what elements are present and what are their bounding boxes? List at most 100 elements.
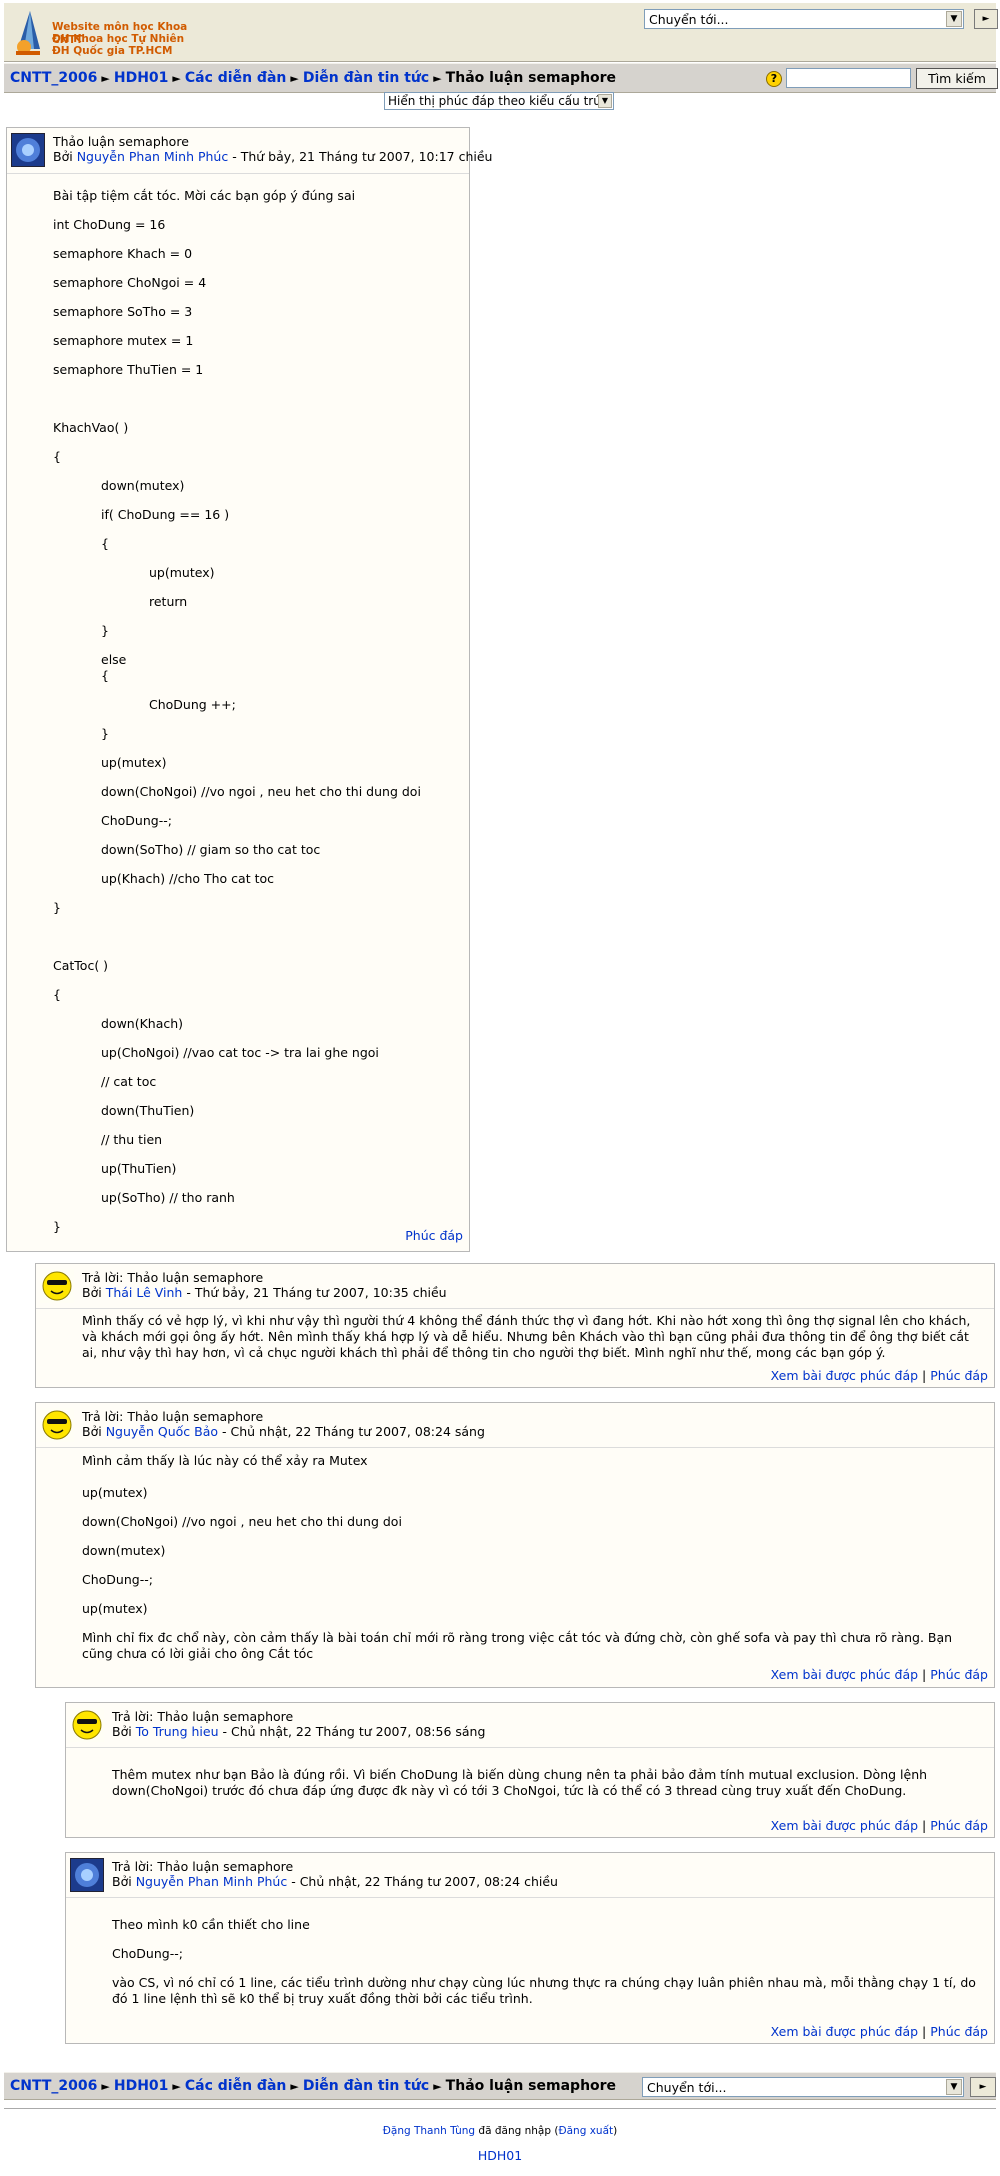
breadcrumb-course[interactable]: CNTT_2006 <box>10 70 97 86</box>
post-line: up(ThuTien) <box>101 1161 177 1176</box>
view-parent-link[interactable]: Xem bài được phúc đáp <box>771 2024 918 2039</box>
breadcrumb-news-forum[interactable]: Diễn đàn tin tức <box>303 70 429 86</box>
breadcrumb-separator-icon: ► <box>290 2080 299 2093</box>
search-input[interactable] <box>786 68 911 88</box>
post-line: down(ChoNgoi) //vo ngoi , neu het cho th… <box>82 1514 402 1529</box>
post-author-link[interactable]: To Trung hieu <box>136 1724 219 1739</box>
post-paragraph: Mình thấy có vẻ hợp lý, vì khi như vậy t… <box>82 1313 971 1360</box>
avatar[interactable] <box>40 1408 74 1442</box>
post-author-link[interactable]: Nguyễn Quốc Bảo <box>106 1424 218 1439</box>
breadcrumb-separator-icon: ► <box>290 72 299 85</box>
post-body: Theo mình k0 cần thiết cho line ChoDung-… <box>112 1917 986 2027</box>
post-line: { <box>53 987 61 1002</box>
user-avatar-icon <box>16 138 40 162</box>
post-commands: Phúc đáp <box>405 1228 463 1243</box>
breadcrumb-bottom: CNTT_2006 ► HDH01 ► Các diễn đàn ► Diễn đàn ti… <box>10 2078 616 2094</box>
post-body: Thêm mutex như bạn Bảo là đúng rồi. Vì b… <box>112 1767 986 1807</box>
reply-link[interactable]: Phúc đáp <box>405 1228 463 1243</box>
view-parent-link[interactable]: Xem bài được phúc đáp <box>771 1368 918 1383</box>
jump-go-button[interactable]: ► <box>974 9 998 29</box>
jump-to-value: Chuyển tới... <box>647 2080 727 2095</box>
post-byline: Bởi Nguyễn Phan Minh Phúc - Thứ bảy, 21 … <box>53 149 492 164</box>
avatar[interactable] <box>40 1269 74 1303</box>
breadcrumb-course[interactable]: CNTT_2006 <box>10 2078 97 2094</box>
post-date: - Chủ nhật, 22 Tháng tư 2007, 08:56 sáng <box>222 1724 486 1739</box>
post-line: semaphore mutex = 1 <box>53 333 194 348</box>
jump-to-select[interactable]: Chuyển tới... ▼ <box>644 9 964 29</box>
jump-go-button-bottom[interactable]: ► <box>970 2077 996 2097</box>
display-mode-select[interactable]: Hiển thị phúc đáp theo kiểu cấu trúc ▼ <box>384 92 614 110</box>
display-mode-value: Hiển thị phúc đáp theo kiểu cấu trúc <box>388 94 608 108</box>
post-author-link[interactable]: Thái Lê Vinh <box>106 1285 183 1300</box>
breadcrumb-forums[interactable]: Các diễn đàn <box>185 2078 287 2094</box>
help-icon[interactable]: ? <box>766 71 782 87</box>
post-line: { <box>53 449 61 464</box>
smiley-avatar-icon <box>42 1410 72 1440</box>
post-line: int ChoDung = 16 <box>53 217 166 232</box>
by-prefix: Bởi <box>112 1874 132 1889</box>
post-line: semaphore ChoNgoi = 4 <box>53 275 207 290</box>
post-line: ChoDung--; <box>112 1946 183 1961</box>
post-line: if( ChoDung == 16 ) <box>101 507 230 522</box>
post-line: semaphore SoTho = 3 <box>53 304 193 319</box>
view-parent-link[interactable]: Xem bài được phúc đáp <box>771 1667 918 1682</box>
post-author-link[interactable]: Nguyễn Phan Minh Phúc <box>77 149 229 164</box>
reply-link[interactable]: Phúc đáp <box>930 1667 988 1682</box>
post-line: } <box>101 623 109 638</box>
post-date: - Thứ bảy, 21 Tháng tư 2007, 10:17 chiều <box>232 149 493 164</box>
post-line: Mình cảm thấy là lúc này có thể xảy ra M… <box>82 1453 368 1468</box>
post-line: // thu tien <box>101 1132 163 1147</box>
reply-link[interactable]: Phúc đáp <box>930 1368 988 1383</box>
post-author-link[interactable]: Nguyễn Phan Minh Phúc <box>136 1874 288 1889</box>
logged-in-text: đã đăng nhập <box>478 2125 552 2137</box>
breadcrumb-separator-icon: ► <box>433 72 442 85</box>
by-prefix: Bởi <box>112 1724 132 1739</box>
post-line: ChoDung--; <box>82 1572 153 1587</box>
breadcrumb-separator-icon: ► <box>433 2080 442 2093</box>
logo-line-3: ĐH Quốc gia TP.HCM <box>52 45 173 57</box>
breadcrumb-group[interactable]: HDH01 <box>114 2078 169 2094</box>
breadcrumb-separator-icon: ► <box>101 2080 110 2093</box>
breadcrumb-forums[interactable]: Các diễn đàn <box>185 70 287 86</box>
reply-link[interactable]: Phúc đáp <box>930 2024 988 2039</box>
post-commands: Xem bài được phúc đáp | Phúc đáp <box>771 1818 988 1833</box>
bottom-navigation-bar: CNTT_2006 ► HDH01 ► Các diễn đàn ► Diễn đàn ti… <box>4 2072 996 2100</box>
post-line: ChoDung--; <box>101 813 172 828</box>
jump-to-value: Chuyển tới... <box>649 12 729 27</box>
search-button[interactable]: Tìm kiếm <box>916 68 998 89</box>
breadcrumb-current: Thảo luận semaphore <box>445 70 617 86</box>
logged-in-user-link[interactable]: Đặng Thanh Tùng <box>383 2125 475 2137</box>
reply-link[interactable]: Phúc đáp <box>930 1818 988 1833</box>
jump-to-select-bottom[interactable]: Chuyển tới... ▼ <box>642 2077 964 2097</box>
avatar[interactable] <box>70 1858 104 1892</box>
breadcrumb-separator-icon: ► <box>101 72 110 85</box>
site-logo[interactable]: Website môn học Khoa CNTT ĐH Khoa học Tự… <box>10 7 190 57</box>
post-line: { <box>101 536 109 551</box>
post-line: } <box>53 1219 61 1234</box>
avatar[interactable] <box>70 1708 104 1742</box>
post-line: Mình chỉ fix đc chổ này, còn cảm thấy là… <box>82 1630 953 1661</box>
breadcrumb-group[interactable]: HDH01 <box>114 70 169 86</box>
post-line: Bài tập tiệm cắt tóc. Mời các bạn góp ý … <box>53 188 356 203</box>
breadcrumb-separator-icon: ► <box>172 2080 181 2093</box>
post-date: - Chủ nhật, 22 Tháng tư 2007, 08:24 sáng <box>222 1424 485 1439</box>
post-line: up(Khach) //cho Tho cat toc <box>101 871 275 886</box>
breadcrumb-news-forum[interactable]: Diễn đàn tin tức <box>303 2078 429 2094</box>
post-line: return <box>149 594 188 609</box>
post-line: KhachVao( ) <box>53 420 129 435</box>
post-commands: Xem bài được phúc đáp | Phúc đáp <box>771 1368 988 1383</box>
by-prefix: Bởi <box>53 149 73 164</box>
post-body: Mình cảm thấy là lúc này có thể xảy ra M… <box>82 1453 986 1663</box>
post-commands: Xem bài được phúc đáp | Phúc đáp <box>771 2024 988 2039</box>
command-separator: | <box>922 2024 927 2039</box>
footer-course-link[interactable]: HDH01 <box>478 2148 522 2163</box>
post-date: - Chủ nhật, 22 Tháng tư 2007, 08:24 chiề… <box>291 1874 558 1889</box>
avatar[interactable] <box>11 133 45 167</box>
post-subject: Thảo luận semaphore <box>53 134 189 149</box>
logout-link[interactable]: Đăng xuất <box>558 2125 613 2137</box>
view-parent-link[interactable]: Xem bài được phúc đáp <box>771 1818 918 1833</box>
navigation-bar: CNTT_2006 ► HDH01 ► Các diễn đàn ► Diễn đàn ti… <box>4 63 998 93</box>
post-commands: Xem bài được phúc đáp | Phúc đáp <box>771 1667 988 1682</box>
forum-post: Thảo luận semaphore Bởi Nguyễn Phan Minh… <box>6 127 492 1252</box>
breadcrumb-separator-icon: ► <box>172 72 181 85</box>
